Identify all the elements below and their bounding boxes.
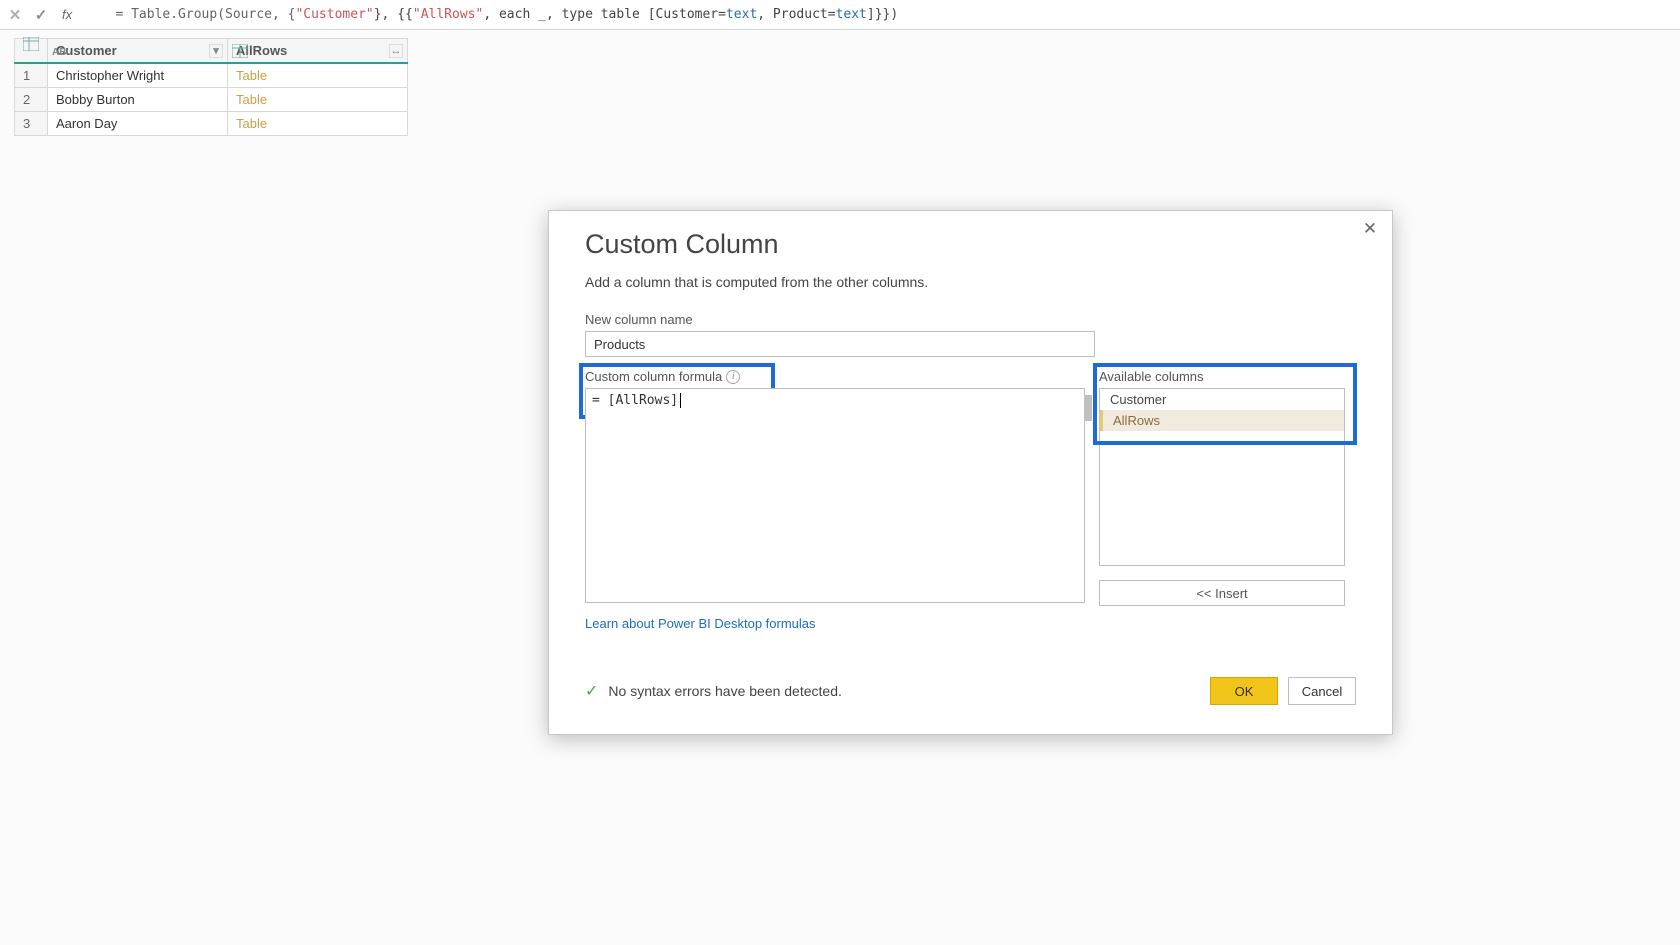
- table-row[interactable]: 1 Christopher Wright Table: [15, 63, 408, 88]
- formula-panel: Custom column formula i = [AllRows]: [585, 369, 1085, 603]
- cell-customer[interactable]: Christopher Wright: [48, 63, 228, 88]
- table-link[interactable]: Table: [236, 68, 267, 83]
- insert-button[interactable]: << Insert: [1099, 580, 1345, 606]
- available-columns-panel: Available columns Customer AllRows << In…: [1099, 369, 1345, 606]
- cell-allrows[interactable]: Table: [228, 88, 408, 112]
- formula-text[interactable]: = Table.Group(Source, {"Customer"}, {{"A…: [84, 0, 898, 37]
- ok-label: OK: [1235, 684, 1254, 699]
- info-icon[interactable]: i: [726, 370, 740, 384]
- available-column-item[interactable]: Customer: [1100, 389, 1344, 410]
- table-row[interactable]: 3 Aaron Day Table: [15, 112, 408, 136]
- available-column-item[interactable]: AllRows: [1100, 410, 1344, 431]
- ok-button[interactable]: OK: [1210, 677, 1278, 705]
- formula-cancel-icon[interactable]: ✕: [6, 6, 24, 24]
- row-index: 2: [15, 88, 48, 112]
- cancel-label: Cancel: [1302, 684, 1342, 699]
- fx-label: fx: [62, 7, 72, 22]
- index-header[interactable]: [15, 39, 48, 64]
- learn-more-link[interactable]: Learn about Power BI Desktop formulas: [585, 616, 816, 631]
- column-header-customer[interactable]: ABC Customer ▾: [48, 39, 228, 64]
- cell-allrows[interactable]: Table: [228, 63, 408, 88]
- dialog-subtitle: Add a column that is computed from the o…: [585, 274, 1356, 290]
- available-columns-list[interactable]: Customer AllRows: [1099, 388, 1345, 566]
- table-link[interactable]: Table: [236, 92, 267, 107]
- cell-customer[interactable]: Bobby Burton: [48, 88, 228, 112]
- column-header-allrows[interactable]: AllRows ↔: [228, 39, 408, 64]
- table-icon: [23, 37, 39, 51]
- dialog-title: Custom Column: [585, 229, 1356, 260]
- cell-customer[interactable]: Aaron Day: [48, 112, 228, 136]
- custom-column-dialog: ✕ Custom Column Add a column that is com…: [548, 210, 1393, 735]
- insert-label: << Insert: [1196, 586, 1247, 601]
- table-type-icon: [232, 44, 248, 58]
- cell-allrows[interactable]: Table: [228, 112, 408, 136]
- expand-icon[interactable]: ↔: [389, 44, 403, 58]
- new-column-name-input[interactable]: [585, 331, 1095, 357]
- row-index: 3: [15, 112, 48, 136]
- formula-commit-icon[interactable]: ✓: [32, 6, 50, 24]
- checkmark-icon: ✓: [585, 681, 598, 701]
- dropdown-icon[interactable]: ▾: [209, 44, 223, 58]
- available-columns-label: Available columns: [1099, 369, 1345, 384]
- new-column-name-label: New column name: [585, 312, 1356, 327]
- formula-editor[interactable]: = [AllRows]: [585, 388, 1085, 603]
- formula-label: Custom column formula: [585, 369, 722, 384]
- data-preview-table: ABC Customer ▾ AllRows ↔ 1 Christopher W…: [14, 38, 408, 136]
- status-text: No syntax errors have been detected.: [608, 683, 841, 699]
- svg-text:ABC: ABC: [52, 47, 68, 58]
- header-row: ABC Customer ▾ AllRows ↔: [15, 39, 408, 64]
- cancel-button[interactable]: Cancel: [1288, 677, 1356, 705]
- text-type-icon: ABC: [52, 44, 68, 58]
- text-caret: [680, 393, 681, 408]
- table-link[interactable]: Table: [236, 116, 267, 131]
- formula-bar: ✕ ✓ fx = Table.Group(Source, {"Customer"…: [0, 0, 1680, 30]
- scrollbar-thumb[interactable]: [1085, 395, 1092, 421]
- formula-content: = [AllRows]: [592, 393, 678, 408]
- table-row[interactable]: 2 Bobby Burton Table: [15, 88, 408, 112]
- syntax-status: ✓ No syntax errors have been detected.: [585, 681, 842, 701]
- close-icon[interactable]: ✕: [1358, 217, 1382, 241]
- row-index: 1: [15, 63, 48, 88]
